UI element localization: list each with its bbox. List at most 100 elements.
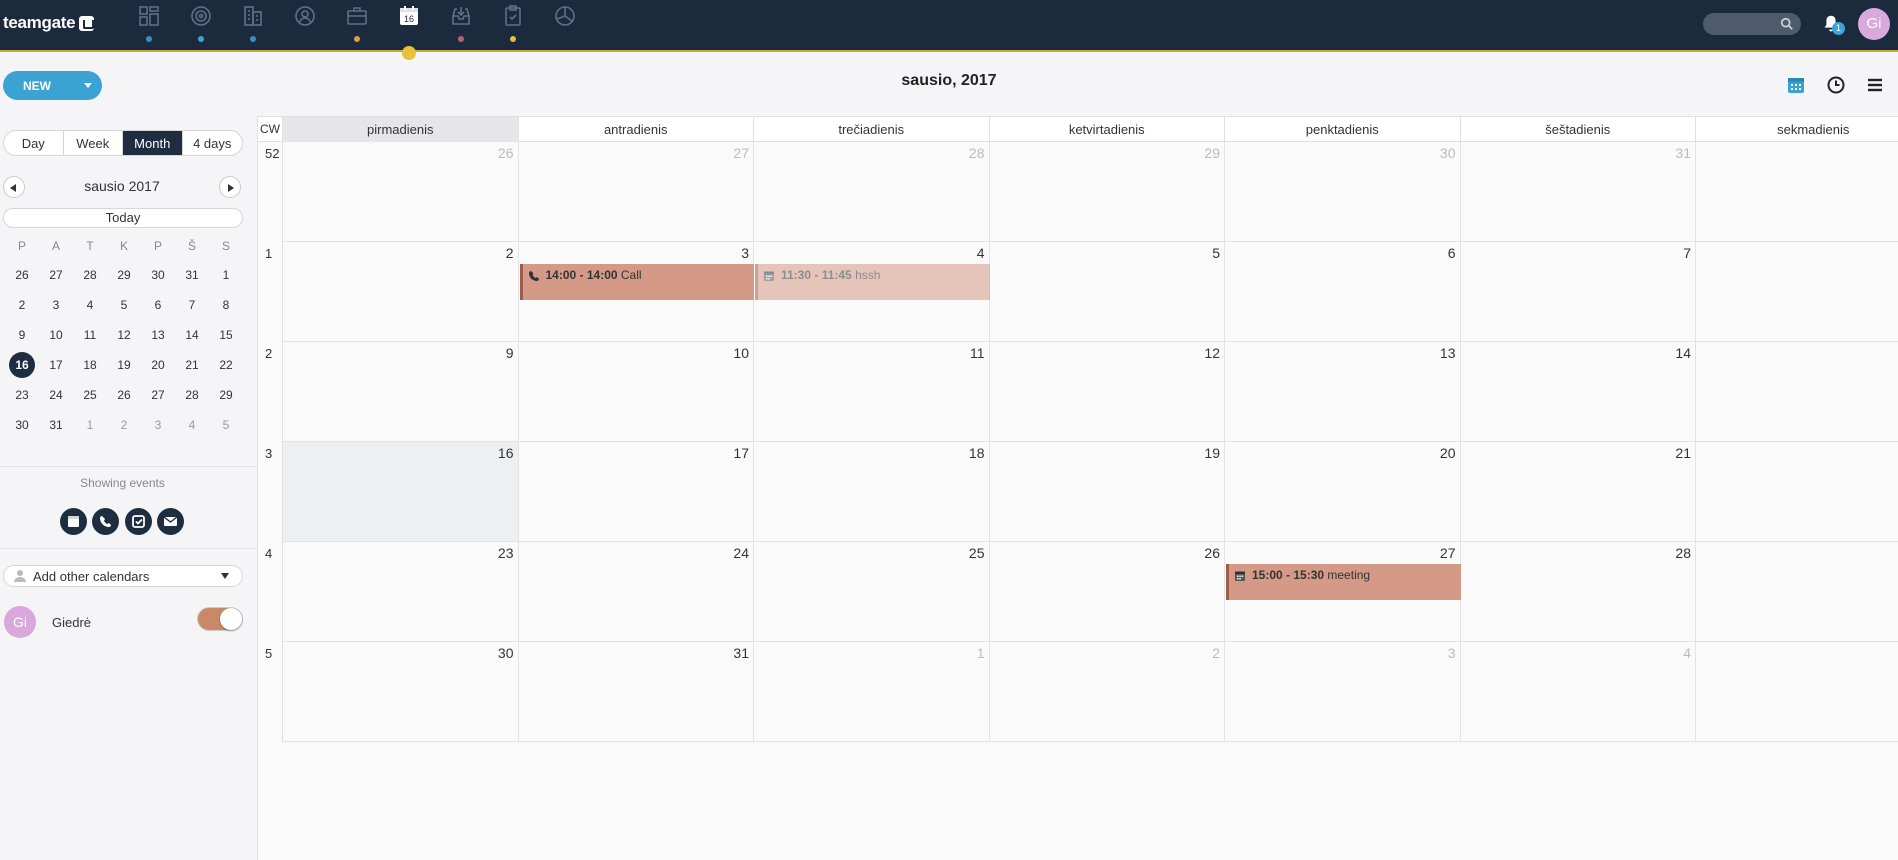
new-dropdown-caret-icon[interactable] [84,83,92,88]
day-cell[interactable]: 7 [1460,242,1696,342]
mini-day[interactable]: 29 [107,260,141,290]
day-cell[interactable]: 4 [1460,642,1696,742]
mini-day[interactable]: 23 [5,380,39,410]
mini-day[interactable]: 27 [39,260,73,290]
menu-icon[interactable] [1865,75,1885,95]
day-cell[interactable]: 5 [989,242,1225,342]
next-month-button[interactable] [219,176,241,198]
global-search[interactable] [1703,13,1801,35]
day-cell[interactable]: 12 [989,342,1225,442]
day-cell[interactable]: 28 [754,142,990,242]
nav-leads[interactable] [444,4,478,42]
mini-day[interactable]: 25 [73,380,107,410]
view-week-button[interactable]: Week [64,131,123,155]
mini-day[interactable]: 11 [73,320,107,350]
mini-day[interactable]: 19 [107,350,141,380]
mini-day[interactable]: 30 [141,260,175,290]
mini-day[interactable]: 2 [5,290,39,320]
calendar-view-icon[interactable] [1786,75,1806,95]
today-button[interactable]: Today [3,208,243,228]
calendar-event[interactable]: 15:00 - 15:30 meeting [1226,564,1461,600]
nav-goals[interactable] [184,4,218,42]
day-cell[interactable]: 31 [518,642,754,742]
filter-email-events[interactable] [157,508,184,535]
mini-day[interactable]: 26 [107,380,141,410]
mini-day[interactable]: 28 [73,260,107,290]
day-cell[interactable]: 2 [989,642,1225,742]
mini-day[interactable]: 1 [73,410,107,440]
day-cell[interactable]: 30 [1225,142,1461,242]
view-month-button[interactable]: Month [123,131,183,155]
day-cell[interactable]: 1 [1696,342,1898,442]
mini-day[interactable]: 17 [39,350,73,380]
day-cell[interactable]: 14 [1460,342,1696,442]
day-cell[interactable]: 11 [754,342,990,442]
mini-day[interactable]: 13 [141,320,175,350]
day-cell[interactable]: 2 [1696,542,1898,642]
nav-calendar[interactable]: 16 [392,4,426,42]
nav-reports[interactable] [548,4,582,42]
calendar-user-toggle[interactable] [197,607,243,631]
mini-day[interactable]: 10 [39,320,73,350]
day-cell[interactable]: 13 [1225,342,1461,442]
day-cell[interactable]: 10 [518,342,754,442]
mini-day[interactable]: 6 [141,290,175,320]
mini-day[interactable]: 18 [73,350,107,380]
day-cell[interactable]: 2 [283,242,519,342]
mini-day[interactable]: 9 [5,320,39,350]
day-cell[interactable]: 1 [754,642,990,742]
user-avatar-menu[interactable]: Gi [1858,8,1890,40]
mini-day[interactable]: 31 [175,260,209,290]
day-cell[interactable]: 31 [1460,142,1696,242]
mini-day[interactable]: 12 [107,320,141,350]
day-cell[interactable]: 17 [518,442,754,542]
nav-companies[interactable] [236,4,270,42]
mini-day[interactable]: 24 [39,380,73,410]
mini-day[interactable]: 7 [175,290,209,320]
nav-documents[interactable] [496,4,530,42]
mini-day[interactable]: 3 [39,290,73,320]
mini-day[interactable]: 3 [141,410,175,440]
day-cell[interactable]: 27 [518,142,754,242]
mini-day[interactable]: 15 [209,320,243,350]
filter-task-events[interactable] [125,508,152,535]
day-cell[interactable] [1696,642,1898,742]
mini-day-today[interactable]: 16 [5,350,39,380]
mini-day[interactable]: 2 [107,410,141,440]
add-other-calendars-select[interactable]: Add other calendars [3,565,243,587]
day-cell[interactable]: 19 [989,442,1225,542]
day-cell[interactable]: 20 [1225,442,1461,542]
mini-day[interactable]: 1 [209,260,243,290]
day-cell[interactable] [1696,142,1898,242]
day-cell[interactable] [1696,242,1898,342]
mini-day[interactable]: 26 [5,260,39,290]
clock-icon[interactable] [1826,75,1846,95]
mini-day[interactable]: 4 [73,290,107,320]
teamgate-logo[interactable]: teamgate [3,13,95,33]
calendar-event[interactable]: 14:00 - 14:00 Call [519,264,754,300]
mini-day[interactable]: 22 [209,350,243,380]
view-4days-button[interactable]: 4 days [183,131,243,155]
view-day-button[interactable]: Day [4,131,64,155]
day-cell-today[interactable]: 16 [283,442,519,542]
mini-day[interactable]: 5 [107,290,141,320]
day-cell[interactable]: 23 [283,542,519,642]
day-cell[interactable]: 28 [1460,542,1696,642]
mini-day[interactable]: 29 [209,380,243,410]
mini-day[interactable]: 30 [5,410,39,440]
day-cell[interactable]: 9 [283,342,519,442]
prev-month-button[interactable] [3,176,25,198]
mini-day[interactable]: 27 [141,380,175,410]
filter-calendar-events[interactable] [60,508,87,535]
day-cell[interactable]: 26 [283,142,519,242]
new-button[interactable]: NEW [3,71,102,100]
filter-call-events[interactable] [92,508,119,535]
mini-day[interactable]: 31 [39,410,73,440]
day-cell[interactable]: 26 [989,542,1225,642]
day-cell[interactable]: 25 [754,542,990,642]
mini-day[interactable]: 20 [141,350,175,380]
mini-day[interactable]: 21 [175,350,209,380]
mini-day[interactable]: 28 [175,380,209,410]
day-cell[interactable]: 2 [1696,442,1898,542]
mini-day[interactable]: 4 [175,410,209,440]
